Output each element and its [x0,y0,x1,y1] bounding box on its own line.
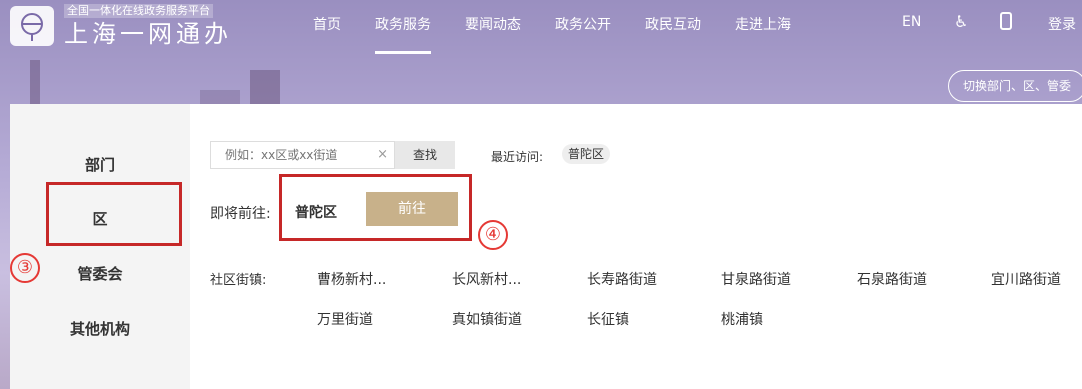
accessibility-icon[interactable]: ♿ [954,12,968,31]
nav-gov-disclosure[interactable]: 政务公开 [555,14,611,54]
step-marker-3: ③ [10,253,40,283]
sidebar-item-department[interactable]: 部门 [10,154,190,175]
nav-home[interactable]: 首页 [313,14,341,54]
nav-news[interactable]: 要闻动态 [465,14,521,54]
street-item[interactable]: 长寿路街道 [587,269,657,289]
region-main: × 查找 最近访问: 普陀区 即将前往: 普陀区 前往 社区街镇: 曹杨新村..… [190,104,1082,389]
main-nav: 首页 政务服务 要闻动态 政务公开 政民互动 走进上海 [296,14,808,54]
highlight-box-district [46,182,182,246]
language-switch[interactable]: EN [902,14,921,30]
streets-label: 社区街镇: [210,273,267,288]
street-item[interactable]: 真如镇街道 [452,309,522,329]
switch-region-button[interactable]: 切换部门、区、管委 [948,70,1082,102]
highlight-box-goto [279,174,472,241]
street-item[interactable]: 甘泉路街道 [721,269,791,289]
street-item[interactable]: 长征镇 [587,309,629,329]
recent-visit-label: 最近访问: [491,150,544,164]
recent-visit-tag[interactable]: 普陀区 [562,144,611,164]
street-item[interactable]: 桃浦镇 [721,309,763,329]
mobile-phone-icon[interactable] [1000,12,1012,30]
search-button[interactable]: 查找 [395,141,455,169]
nav-about-shanghai[interactable]: 走进上海 [735,14,791,54]
nav-government-services[interactable]: 政务服务 [375,14,431,54]
search-box: × [210,141,395,169]
street-item[interactable]: 宜川路街道 [991,269,1061,289]
platform-name: 上海一网通办 [64,20,232,48]
category-sidebar: 部门 区 管委会 其他机构 [10,104,190,389]
region-panel: 部门 区 管委会 其他机构 × 查找 最近访问: 普陀区 即将前往: 普陀区 前… [10,104,1082,389]
sidebar-item-other-orgs[interactable]: 其他机构 [10,318,190,339]
street-item[interactable]: 长风新村... [452,269,521,289]
street-item[interactable]: 曹杨新村... [317,269,386,289]
street-item[interactable]: 万里街道 [317,309,373,329]
street-item[interactable]: 石泉路街道 [857,269,927,289]
goto-label: 即将前往: [210,206,271,222]
clear-icon[interactable]: × [377,147,388,162]
login-link[interactable]: 登录 [1048,14,1076,34]
logo-icon [21,13,43,41]
platform-subtitle: 全国一体化在线政务服务平台 [64,4,213,18]
top-header: 全国一体化在线政务服务平台 上海一网通办 首页 政务服务 要闻动态 政务公开 政… [0,0,1082,56]
site-logo[interactable] [10,6,54,46]
search-input[interactable] [211,142,385,168]
step-marker-4: ④ [478,220,508,250]
nav-interaction[interactable]: 政民互动 [645,14,701,54]
